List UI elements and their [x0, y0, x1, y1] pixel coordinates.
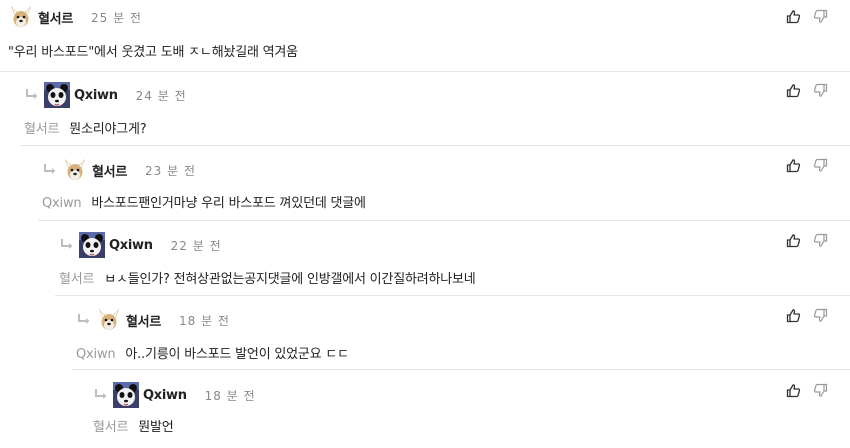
reply-arrow-icon [59, 238, 75, 252]
vote-buttons [786, 308, 828, 323]
avatar-dog-icon[interactable] [8, 4, 34, 30]
author-nickname[interactable]: Qxiwn [109, 238, 153, 253]
avatar-panda-icon[interactable] [44, 82, 70, 108]
comment-body: 혈서르 ㅂㅅ들인가? 전혀상관없는공지댓글에 인방갤에서 이간질하려하나보네 [59, 268, 476, 287]
author-nickname[interactable]: Qxiwn [143, 388, 187, 403]
author-nickname[interactable]: Qxiwn [74, 88, 118, 103]
thumbs-up-icon[interactable] [786, 233, 801, 248]
comment-thread: 혈서르 25 분 전 "우리 바스포드"에서 웃겼고 도배 ㅈㄴ해놨길래 역겨움… [0, 0, 850, 448]
comment-body: Qxiwn 아..기릉이 바스포드 발언이 있었군요 ㄷㄷ [76, 343, 349, 362]
vote-buttons [786, 158, 828, 173]
comment: Qxiwn 18 분 전 혈서르 뭔발언 [89, 370, 850, 448]
comment-time: 22 분 전 [170, 238, 222, 253]
comment-time: 23 분 전 [144, 163, 196, 178]
avatar-dog-icon[interactable] [62, 157, 88, 183]
comment: Qxiwn 22 분 전 혈서르 ㅂㅅ들인가? 전혀상관없는공지댓글에 인방갤에… [55, 221, 850, 296]
mention-nickname[interactable]: Qxiwn [76, 347, 116, 362]
comment-header: 혈서르 18 분 전 [76, 307, 230, 333]
comment-time: 18 분 전 [178, 313, 230, 328]
comment: Qxiwn 24 분 전 혈서르 뭔소리야그게? [20, 72, 850, 146]
avatar-dog-icon[interactable] [96, 307, 122, 333]
thumbs-up-icon[interactable] [786, 158, 801, 173]
comment: 혈서르 25 분 전 "우리 바스포드"에서 웃겼고 도배 ㅈㄴ해놨길래 역겨움 [0, 0, 850, 72]
comment: 혈서르 23 분 전 Qxiwn 바스포드팬인거마냥 우리 바스포드 껴있던데 … [38, 146, 850, 221]
comment-header: Qxiwn 22 분 전 [59, 232, 222, 258]
thumbs-down-icon[interactable] [813, 158, 828, 173]
comment-text: ㅂㅅ들인가? 전혀상관없는공지댓글에 인방갤에서 이간질하려하나보네 [104, 272, 476, 287]
thumbs-up-icon[interactable] [786, 83, 801, 98]
comment-body: "우리 바스포드"에서 웃겼고 도배 ㅈㄴ해놨길래 역겨움 [8, 41, 298, 60]
mention-nickname[interactable]: 혈서르 [24, 122, 59, 137]
vote-buttons [786, 83, 828, 98]
comment-text: "우리 바스포드"에서 웃겼고 도배 ㅈㄴ해놨길래 역겨움 [8, 45, 298, 60]
author-nickname[interactable]: 혈서르 [92, 161, 127, 180]
comment-time: 25 분 전 [90, 10, 142, 25]
vote-buttons [786, 383, 828, 398]
reply-arrow-icon [93, 388, 109, 402]
vote-buttons [786, 9, 828, 24]
comment-body: Qxiwn 바스포드팬인거마냥 우리 바스포드 껴있던데 댓글에 [42, 192, 366, 211]
mention-nickname[interactable]: 혈서르 [59, 272, 94, 287]
vote-buttons [786, 233, 828, 248]
comment-text: 아..기릉이 바스포드 발언이 있었군요 ㄷㄷ [125, 347, 349, 362]
thumbs-up-icon[interactable] [786, 383, 801, 398]
thumbs-up-icon[interactable] [786, 308, 801, 323]
comment-header: 혈서르 23 분 전 [42, 157, 196, 183]
comment-time: 24 분 전 [135, 88, 187, 103]
comment-text: 뭔소리야그게? [69, 122, 147, 137]
author-nickname[interactable]: 혈서르 [126, 311, 161, 330]
thumbs-down-icon[interactable] [813, 308, 828, 323]
comment-text: 뭔발언 [138, 420, 174, 435]
comment: 혈서르 18 분 전 Qxiwn 아..기릉이 바스포드 발언이 있었군요 ㄷㄷ [72, 296, 850, 370]
comment-body: 혈서르 뭔소리야그게? [24, 118, 147, 137]
avatar-panda-icon[interactable] [113, 382, 139, 408]
author-nickname[interactable]: 혈서르 [38, 8, 73, 27]
comment-text: 바스포드팬인거마냥 우리 바스포드 껴있던데 댓글에 [91, 196, 366, 211]
mention-nickname[interactable]: 혈서르 [93, 420, 128, 435]
comment-header: Qxiwn 18 분 전 [93, 382, 256, 408]
thumbs-down-icon[interactable] [813, 83, 828, 98]
thumbs-down-icon[interactable] [813, 9, 828, 24]
mention-nickname[interactable]: Qxiwn [42, 196, 82, 211]
comment-body: 혈서르 뭔발언 [93, 416, 174, 435]
reply-arrow-icon [42, 163, 58, 177]
avatar-panda-icon[interactable] [79, 232, 105, 258]
comment-header: Qxiwn 24 분 전 [24, 82, 187, 108]
thumbs-down-icon[interactable] [813, 383, 828, 398]
comment-time: 18 분 전 [204, 388, 256, 403]
reply-arrow-icon [76, 313, 92, 327]
thumbs-up-icon[interactable] [786, 9, 801, 24]
comment-header: 혈서르 25 분 전 [8, 4, 142, 30]
thumbs-down-icon[interactable] [813, 233, 828, 248]
reply-arrow-icon [24, 88, 40, 102]
